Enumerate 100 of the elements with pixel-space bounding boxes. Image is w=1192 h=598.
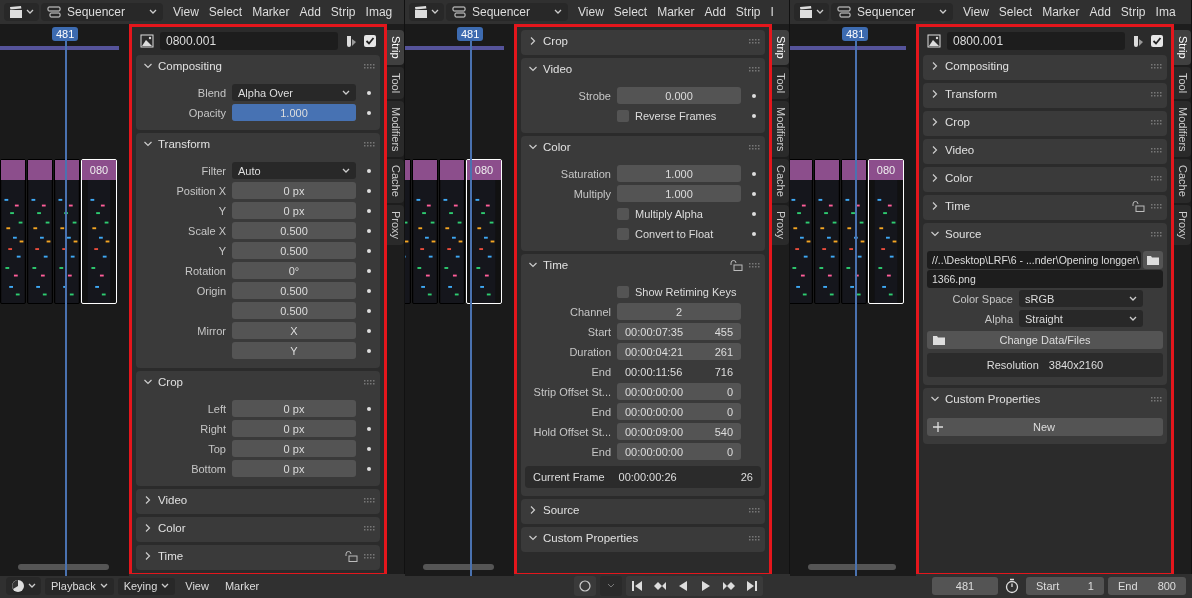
menu-item[interactable]: Add — [295, 5, 325, 19]
section-header[interactable]: Custom Properties — [927, 393, 1145, 405]
keyframe-dot-icon[interactable] — [367, 328, 371, 333]
keyframe-dot-icon[interactable] — [752, 93, 756, 98]
sidebar-tab[interactable]: Strip — [387, 30, 404, 65]
dropdown[interactable]: Straight — [1019, 310, 1143, 327]
keyframe-dot-icon[interactable] — [367, 110, 371, 115]
menu-item[interactable]: Select — [994, 5, 1037, 19]
section-header[interactable]: Compositing — [927, 60, 1145, 72]
menu-item[interactable]: View — [574, 5, 608, 19]
image-strip[interactable] — [27, 159, 53, 304]
checkbox[interactable] — [364, 35, 376, 47]
playhead-frame[interactable]: 481 — [842, 27, 869, 41]
checkbox[interactable] — [617, 227, 629, 240]
strip-name-field[interactable]: 0800.001 — [160, 32, 338, 50]
menu-item[interactable]: Playback — [45, 577, 114, 595]
image-strip[interactable]: 080 — [81, 159, 117, 304]
editor-type-button[interactable] — [4, 3, 39, 21]
section-header[interactable]: Source — [525, 504, 743, 516]
keyframe-dot-icon[interactable] — [752, 171, 756, 176]
menu-item[interactable]: View — [959, 5, 993, 19]
toggle-button[interactable]: X — [232, 322, 356, 339]
keyframe-dot-icon[interactable] — [367, 308, 371, 313]
start-frame-field[interactable]: Start 1 — [1026, 577, 1104, 595]
number-field[interactable]: 1.000 — [617, 185, 741, 202]
scrollbar[interactable] — [18, 564, 109, 570]
image-strip[interactable]: 080 — [466, 159, 502, 304]
sidebar-tab[interactable]: Modifiers — [1174, 100, 1191, 158]
section-header[interactable]: Crop — [927, 116, 1145, 128]
timecode-field[interactable]: 00:00:00:00 0 — [617, 383, 741, 400]
action-button[interactable]: New — [927, 418, 1163, 436]
section-header[interactable]: Video — [525, 63, 743, 75]
sidebar-tab[interactable]: Strip — [772, 30, 789, 65]
strip-name-field[interactable]: 0800.001 — [947, 32, 1125, 50]
sidebar-tab[interactable]: Modifiers — [387, 100, 404, 158]
menu-item[interactable]: Marker — [218, 578, 266, 594]
editor-type-button[interactable] — [6, 577, 41, 595]
number-field[interactable]: 1.000 — [617, 165, 741, 182]
number-field[interactable]: 0 px — [232, 202, 356, 219]
keyframe-dot-icon[interactable] — [367, 406, 371, 411]
keyframe-dot-icon[interactable] — [752, 113, 756, 118]
section-header[interactable]: Time — [140, 550, 339, 562]
menu-item[interactable]: View — [169, 5, 203, 19]
checkbox[interactable] — [617, 109, 629, 122]
dropdown[interactable]: Auto — [232, 162, 356, 179]
section-header[interactable]: Source — [927, 228, 1145, 240]
menu-item[interactable]: Add — [1085, 5, 1115, 19]
keyframe-dot-icon[interactable] — [367, 90, 371, 95]
number-field[interactable]: 0 px — [232, 460, 356, 477]
sidebar-tab[interactable]: Strip — [1174, 30, 1191, 65]
keyframe-dot-icon[interactable] — [752, 191, 756, 196]
keyframe-dot-icon[interactable] — [752, 231, 756, 236]
scrollbar[interactable] — [808, 564, 896, 570]
image-strip[interactable] — [439, 159, 465, 304]
browse-button[interactable] — [1143, 251, 1163, 269]
menu-item[interactable]: Select — [609, 5, 652, 19]
record-button[interactable] — [574, 576, 597, 596]
scrollbar[interactable] — [423, 564, 494, 570]
keyframe-dot-icon[interactable] — [367, 188, 371, 193]
sidebar-tab[interactable]: Tool — [387, 66, 404, 99]
menu-item[interactable]: Add — [700, 5, 730, 19]
sidebar-tab[interactable]: Proxy — [772, 205, 789, 246]
menu-item[interactable]: Strip — [731, 5, 765, 19]
editor-type-button[interactable] — [409, 3, 444, 21]
section-header[interactable]: Crop — [140, 376, 358, 388]
section-header[interactable]: Video — [927, 144, 1145, 156]
keyframe-dot-icon[interactable] — [367, 348, 371, 353]
sidebar-tab[interactable]: Modifiers — [772, 100, 789, 158]
editor-dropdown[interactable]: Sequencer — [41, 3, 163, 21]
menu-item[interactable]: Select — [204, 5, 247, 19]
current-frame-field[interactable]: 481 — [932, 577, 998, 595]
section-header[interactable]: Time — [525, 259, 724, 271]
playhead-frame[interactable]: 481 — [52, 27, 79, 41]
sidebar-tab[interactable]: Proxy — [1174, 205, 1191, 246]
section-header[interactable]: Transform — [140, 138, 358, 150]
number-field[interactable]: 2 — [617, 303, 741, 320]
menu-item[interactable]: View — [179, 578, 215, 594]
number-field[interactable]: 0.500 — [232, 242, 356, 259]
image-strip[interactable]: 080 — [868, 159, 904, 304]
image-strip[interactable] — [412, 159, 438, 304]
image-strip[interactable] — [790, 159, 813, 304]
image-strip[interactable] — [0, 159, 26, 304]
section-header[interactable]: Video — [140, 494, 358, 506]
sidebar-tab[interactable]: Cache — [387, 159, 404, 204]
number-field[interactable]: 0 px — [232, 182, 356, 199]
sidebar-tab[interactable]: Proxy — [387, 205, 404, 246]
section-header[interactable]: Color — [140, 522, 358, 534]
checkbox[interactable] — [617, 207, 629, 220]
number-field[interactable]: 0.500 — [232, 222, 356, 239]
number-field[interactable]: 0° — [232, 262, 356, 279]
toggle-button[interactable]: Y — [232, 342, 356, 359]
timecode-field[interactable]: 00:00:07:35 455 — [617, 323, 741, 340]
menu-item[interactable]: Marker — [248, 5, 294, 19]
sidebar-tab[interactable]: Tool — [772, 66, 789, 99]
file-name-field[interactable]: 1366.png — [927, 270, 1163, 288]
menu-item[interactable]: Imag — [361, 5, 397, 19]
section-header[interactable]: Transform — [927, 88, 1145, 100]
editor-type-button[interactable] — [794, 3, 829, 21]
dropdown[interactable]: sRGB — [1019, 290, 1143, 307]
dropdown[interactable]: Alpha Over — [232, 84, 356, 101]
